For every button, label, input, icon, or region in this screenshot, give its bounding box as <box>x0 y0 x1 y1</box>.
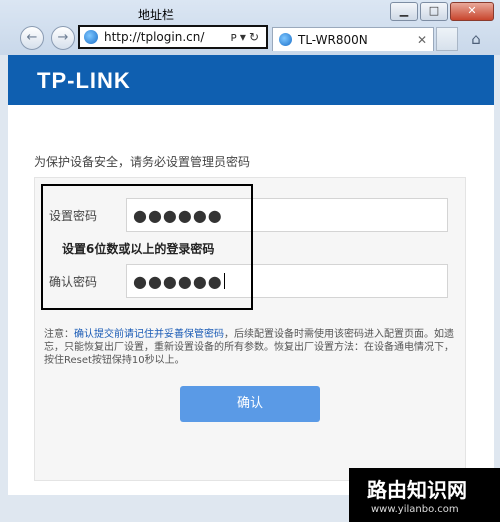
notice-text: 为保护设备安全，请务必设置管理员密码 <box>34 155 251 169</box>
minimize-button[interactable]: ▁ <box>390 2 418 21</box>
watermark-title: 路由知识网 <box>367 478 467 502</box>
new-tab-button[interactable] <box>436 27 458 51</box>
submit-button[interactable]: 确认 <box>180 386 320 422</box>
ie-icon <box>84 30 98 44</box>
address-bar[interactable]: http://tplogin.cn/ ᴘ▾↻ <box>78 25 268 49</box>
tab-active[interactable]: TL-WR800N ✕ <box>272 27 434 51</box>
forward-arrow-icon: → <box>57 30 69 45</box>
tab-title: TL-WR800N <box>298 32 368 47</box>
close-button[interactable]: ✕ <box>450 2 494 21</box>
annotation-box <box>41 184 253 310</box>
maximize-button[interactable]: □ <box>420 2 448 21</box>
window-controls: ▁ □ ✕ <box>390 2 494 21</box>
tab-close-icon[interactable]: ✕ <box>417 33 427 47</box>
note-text: 注意：确认提交前请记住并妥善保管密码，后续配置设备时需使用该密码进入配置页面。如… <box>44 328 456 367</box>
home-icon[interactable]: ⌂ <box>464 28 488 50</box>
brand-logo: TP-LINK <box>37 68 131 93</box>
back-arrow-icon: ← <box>26 30 38 45</box>
address-url[interactable]: http://tplogin.cn/ <box>104 30 231 44</box>
back-button[interactable]: ← <box>20 26 44 50</box>
watermark-url: www.yilanbo.com <box>371 504 459 515</box>
ie-icon <box>279 33 292 46</box>
search-refresh-icons[interactable]: ᴘ▾↻ <box>231 30 262 44</box>
note-prefix: 注意： <box>44 329 74 340</box>
watermark: 路由知识网 www.yilanbo.com <box>349 468 500 522</box>
note-link[interactable]: 确认提交前请记住并妥善保管密码 <box>74 329 224 340</box>
forward-button[interactable]: → <box>51 26 75 50</box>
annotation-label: 地址栏 <box>138 8 175 22</box>
